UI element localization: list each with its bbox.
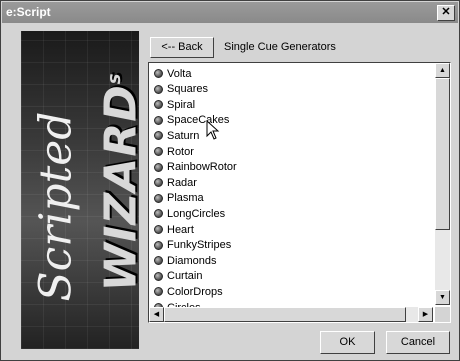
generator-list-item[interactable]: RainbowRotor: [154, 160, 237, 175]
wizard-superscript: s: [103, 72, 125, 85]
window-title: e:Script: [6, 5, 51, 19]
title-bar: e:Script ✕: [2, 2, 458, 23]
generator-list-item[interactable]: Spiral: [154, 97, 195, 112]
scrollbar-corner: [435, 307, 450, 322]
generator-label: ColorDrops: [167, 285, 223, 298]
generator-list-item[interactable]: LongCircles: [154, 206, 225, 221]
generator-label: SpaceCakes: [167, 114, 230, 127]
bullet-icon: [154, 287, 163, 297]
wizard-word: WIZARD: [95, 84, 140, 292]
bullet-icon: [154, 225, 163, 234]
generator-listbox[interactable]: Volta Squares Spiral SpaceCakes Saturn Rotor R…: [148, 62, 451, 323]
generator-list-item[interactable]: Radar: [154, 175, 197, 190]
bullet-icon: [154, 162, 163, 172]
generator-list-item[interactable]: Plasma: [154, 191, 204, 206]
generator-label: RainbowRotor: [167, 161, 237, 174]
generator-list-item[interactable]: Rotor: [154, 144, 194, 159]
back-button[interactable]: <-- Back: [150, 37, 214, 58]
bullet-icon: [154, 147, 163, 156]
generator-label: Diamonds: [167, 254, 217, 267]
bullet-icon: [154, 84, 163, 94]
scroll-up-button[interactable]: ▲: [435, 63, 450, 78]
bullet-icon: [154, 256, 163, 266]
bullet-icon: [154, 115, 163, 125]
generator-list-item[interactable]: Diamonds: [154, 253, 217, 268]
generator-label: Volta: [167, 67, 192, 80]
section-title: Single Cue Generators: [224, 41, 336, 53]
generator-list-item[interactable]: FunkyStripes: [154, 238, 231, 253]
horizontal-scrollbar[interactable]: ◀ ▶: [149, 307, 433, 322]
banner-scripted-text: Scripted: [30, 111, 82, 302]
close-button[interactable]: ✕: [437, 5, 455, 21]
generator-list-item[interactable]: ColorDrops: [154, 284, 223, 299]
bullet-icon: [154, 240, 163, 250]
generator-label: Spiral: [167, 98, 196, 111]
ok-button[interactable]: OK: [320, 331, 375, 354]
generator-list-item[interactable]: Curtain: [154, 269, 202, 284]
bullet-icon: [154, 131, 163, 141]
cancel-button[interactable]: Cancel: [386, 331, 450, 354]
generator-list-item[interactable]: Saturn: [154, 128, 199, 143]
vertical-scroll-thumb[interactable]: [435, 78, 450, 230]
generator-label: Rotor: [167, 145, 194, 158]
bullet-icon: [154, 178, 163, 188]
bullet-icon: [154, 100, 163, 110]
scroll-left-button[interactable]: ◀: [149, 307, 164, 322]
bullet-icon: [154, 69, 163, 78]
generator-label: Heart: [167, 223, 194, 236]
bullet-icon: [154, 271, 163, 281]
mouse-pointer-icon: [206, 120, 220, 140]
generator-label: Radar: [167, 176, 197, 189]
banner-wizard-text: WIZARDs: [96, 62, 140, 292]
generator-label: Squares: [167, 83, 208, 96]
generator-label: LongCircles: [167, 207, 226, 220]
bullet-icon: [154, 209, 163, 219]
generator-list-item[interactable]: Squares: [154, 82, 208, 97]
generator-label: FunkyStripes: [167, 239, 232, 252]
escript-dialog: e:Script ✕ WIZARDs Scripted <-- Back Sin…: [0, 0, 460, 361]
horizontal-scroll-thumb[interactable]: [164, 307, 406, 322]
generator-label: Saturn: [167, 129, 200, 142]
bullet-icon: [154, 193, 163, 203]
generator-label: Curtain: [167, 270, 203, 283]
generator-list-item[interactable]: Volta: [154, 66, 191, 81]
vertical-scrollbar[interactable]: ▲ ▼: [435, 63, 450, 305]
scripted-wizard-banner: WIZARDs Scripted: [21, 31, 139, 349]
generator-list-item[interactable]: Heart: [154, 222, 194, 237]
scroll-right-button[interactable]: ▶: [418, 307, 433, 322]
generator-label: Plasma: [167, 192, 204, 205]
scroll-down-button[interactable]: ▼: [435, 290, 450, 305]
